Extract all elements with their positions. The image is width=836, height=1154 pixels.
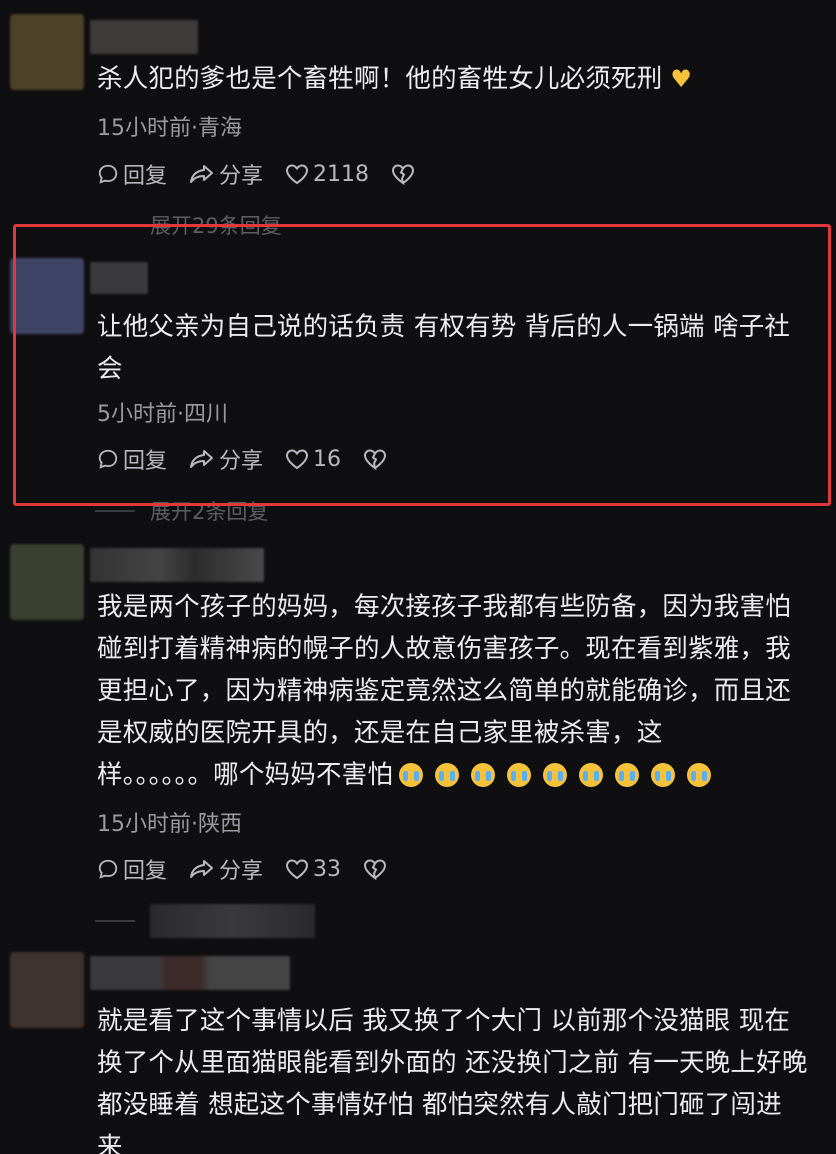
comment-actions: 回复 分享 2118 xyxy=(97,158,441,190)
crying-face-emoji xyxy=(543,763,568,787)
crying-face-emoji xyxy=(471,763,496,787)
comment-text-line: 更担心了，因为精神病鉴定竟然这么简单的就能确诊，而且还 xyxy=(97,676,791,706)
crying-face-emoji xyxy=(651,763,676,787)
comment-3: 我是两个孩子的妈妈，每次接孩子我都有些防备，因为我害怕 碰到打着精神病的幌子的人… xyxy=(0,540,836,938)
dislike-button[interactable] xyxy=(363,858,391,880)
like-button[interactable]: 2118 xyxy=(285,162,369,187)
broken-heart-icon xyxy=(364,859,387,880)
comment-text-line: 都没睡着 想起这个事情好怕 都怕突然有人敲门把门砸了闯进 xyxy=(97,1090,782,1120)
comment-text-tail: 样。。。。。。哪个妈妈不害怕 xyxy=(97,760,394,790)
comment-text-line: 我是两个孩子的妈妈，每次接孩子我都有些防备，因为我害怕 xyxy=(97,592,791,622)
share-button[interactable]: 分享 xyxy=(189,158,263,190)
comment-text-body: 杀人犯的爹也是个畜牲啊！他的畜牲女儿必须死刑 xyxy=(97,64,663,94)
comment-4: 就是看了这个事情以后 我又换了个大门 以前那个没猫眼 现在 换了个从里面猫眼能看… xyxy=(0,950,836,1154)
heart-outline-icon xyxy=(286,859,309,880)
crying-face-emoji xyxy=(399,763,424,787)
highlight-box xyxy=(13,224,831,506)
comment-text-line: 来 xyxy=(97,1132,123,1154)
comment-feed: 杀人犯的爹也是个畜牲啊！他的畜牲女儿必须死刑 ♥ 15小时前·青海 回复 分享 2… xyxy=(0,0,836,1154)
yellow-heart-emoji: ♥ xyxy=(670,65,693,93)
heart-outline-icon xyxy=(286,164,309,185)
username-redacted[interactable] xyxy=(90,956,290,990)
comment-text-line: 是权威的医院开具的，还是在自己家里被杀害，这 xyxy=(97,718,663,748)
crying-face-emoji xyxy=(615,763,640,787)
crying-face-emoji xyxy=(579,763,604,787)
broken-heart-icon xyxy=(392,164,415,185)
comment-text-line: 样。。。。。。哪个妈妈不害怕 xyxy=(97,754,826,796)
crying-face-emoji xyxy=(435,763,460,787)
comment-meta: 15小时前·青海 xyxy=(97,116,242,141)
avatar[interactable] xyxy=(10,544,84,620)
comment-text: 杀人犯的爹也是个畜牲啊！他的畜牲女儿必须死刑 ♥ xyxy=(97,58,826,100)
share-arrow-icon xyxy=(190,165,214,183)
reply-label: 回复 xyxy=(123,164,168,189)
crying-face-emoji xyxy=(507,763,532,787)
comment-text-line: 碰到打着精神病的幌子的人故意伤害孩子。现在看到紫雅，我 xyxy=(97,634,791,664)
dislike-button[interactable] xyxy=(391,163,419,185)
username-redacted[interactable] xyxy=(90,20,198,54)
share-label: 分享 xyxy=(219,164,264,189)
comment-bubble-icon xyxy=(98,859,118,879)
expand-replies-redacted[interactable] xyxy=(150,904,315,938)
comment-text: 我是两个孩子的妈妈，每次接孩子我都有些防备，因为我害怕 碰到打着精神病的幌子的人… xyxy=(97,586,826,796)
comment-text-line: 就是看了这个事情以后 我又换了个大门 以前那个没猫眼 现在 xyxy=(97,1006,791,1036)
crying-face-emoji xyxy=(687,763,712,787)
comment-actions: 回复 分享 33 xyxy=(97,853,413,885)
comment-text-line: 换了个从里面猫眼能看到外面的 还没换门之前 有一天晚上好晚 xyxy=(97,1048,808,1078)
reply-button[interactable]: 回复 xyxy=(97,158,167,190)
comment-text: 就是看了这个事情以后 我又换了个大门 以前那个没猫眼 现在 换了个从里面猫眼能看… xyxy=(97,1000,826,1154)
share-arrow-icon xyxy=(190,860,214,878)
comment-1: 杀人犯的爹也是个畜牲啊！他的畜牲女儿必须死刑 ♥ 15小时前·青海 回复 分享 2… xyxy=(0,0,836,238)
avatar[interactable] xyxy=(10,14,84,90)
comment-bubble-icon xyxy=(98,164,118,184)
like-button[interactable]: 33 xyxy=(285,857,341,882)
like-count: 2118 xyxy=(313,161,370,187)
reply-button[interactable]: 回复 xyxy=(97,853,167,885)
comment-meta: 15小时前·陕西 xyxy=(97,812,242,837)
reply-label: 回复 xyxy=(123,859,168,884)
expand-divider xyxy=(95,510,135,512)
expand-divider xyxy=(95,920,135,922)
like-count: 33 xyxy=(313,856,342,882)
username-redacted[interactable] xyxy=(90,548,264,582)
share-label: 分享 xyxy=(219,859,264,884)
share-button[interactable]: 分享 xyxy=(189,853,263,885)
avatar[interactable] xyxy=(10,952,84,1028)
